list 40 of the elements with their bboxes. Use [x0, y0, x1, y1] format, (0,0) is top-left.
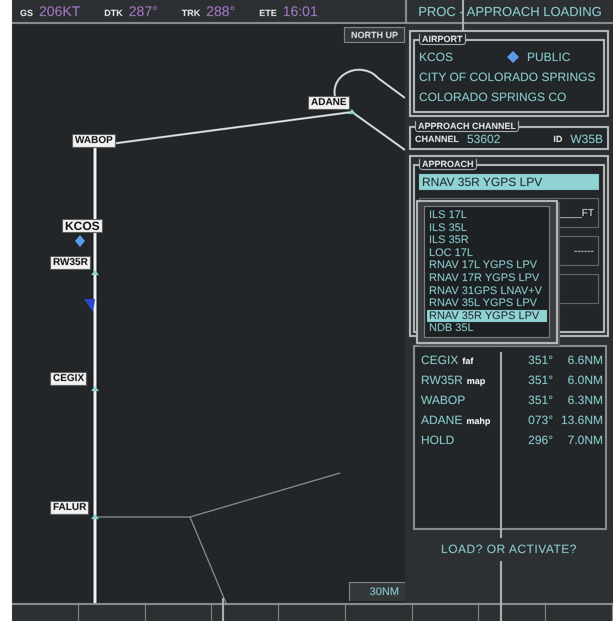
airport-type: PUBLIC [527, 50, 570, 64]
box-title: APPROACH CHANNEL [415, 121, 520, 132]
hidden-field-value: ____FT [560, 208, 594, 218]
field-label: DTK [104, 8, 123, 18]
leg-role: map [466, 376, 486, 386]
leg-course: 296° [527, 433, 553, 449]
waypoint-label: FALUR [50, 501, 90, 515]
leg-distance: 6.0NM [566, 373, 603, 389]
leg-course: 073° [527, 413, 553, 429]
leg-course: 351° [527, 373, 553, 389]
field-value: 287° [128, 3, 158, 19]
field-value: 16:01 [282, 3, 318, 19]
airport-name: CITY OF COLORADO SPRINGS [419, 69, 596, 86]
leg-role: mahp [466, 416, 490, 426]
field-label: ETE [259, 8, 277, 18]
field-label: TRK [182, 8, 200, 18]
field-value: 206KT [39, 3, 80, 19]
hidden-field-value: ------ [574, 246, 594, 256]
north-up-label: NORTH UP [344, 27, 405, 43]
id-value: W35B [570, 132, 603, 146]
field-value: 288° [206, 3, 236, 19]
leg-distance: 6.6NM [566, 353, 603, 369]
leg-role: faf [462, 356, 474, 366]
waypoint-label: WABOP [72, 134, 116, 148]
box-title: AIRPORT [419, 34, 466, 45]
waypoint-label: ADANE [308, 96, 350, 110]
map-range: 30NM [348, 582, 405, 601]
waypoint-label: RW35R [50, 256, 91, 270]
field-label: GS [20, 8, 34, 18]
channel-label: CHANNEL [415, 134, 459, 144]
airport-city: COLORADO SPRINGS CO [419, 89, 568, 106]
box-title: APPROACH [419, 159, 477, 170]
waypoint-label: CEGIX [50, 372, 88, 386]
leg-distance: 6.3NM [566, 393, 603, 409]
leg-distance: 13.6NM [560, 413, 603, 429]
waypoint-label: KCOS [62, 219, 103, 233]
id-label: ID [553, 134, 562, 144]
leg-course: 351° [527, 353, 553, 369]
leg-course: 351° [527, 393, 553, 409]
leg-distance: 7.0NM [566, 433, 603, 449]
